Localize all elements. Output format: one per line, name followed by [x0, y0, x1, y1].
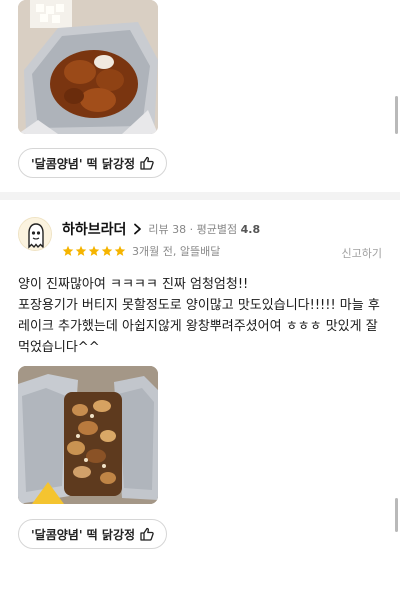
star-icon	[101, 245, 113, 257]
review-text-line: 포장용기가 버티지 못할정도로 양이많고 맛도있습니다!!!!! 마늘 후레이크…	[18, 298, 380, 355]
star-icon	[114, 245, 126, 257]
review-text-line: 양이 진짜많아여 ㅋㅋㅋㅋ 진짜 엄청엄청!!	[18, 277, 249, 292]
section-divider	[0, 192, 400, 200]
review-count: 리뷰 38	[148, 223, 187, 236]
star-icon	[75, 245, 87, 257]
thumbs-up-icon	[140, 527, 154, 541]
star-icon	[62, 245, 74, 257]
menu-tag-label: '달콤양념' 떡 닭강정	[31, 527, 136, 542]
review-photo-bottom[interactable]	[18, 366, 158, 504]
review-photo-top[interactable]	[18, 0, 158, 134]
review-stats: 리뷰 38 · 평균별점 4.8	[148, 221, 260, 237]
reviewer-name[interactable]: 하하브라더	[62, 219, 126, 239]
menu-tag-label: '달콤양념' 떡 닭강정	[31, 156, 136, 171]
star-icon	[88, 245, 100, 257]
review-date: 3개월 전, 알뜰배달	[132, 245, 221, 258]
meta-separator: ·	[189, 223, 197, 236]
menu-tag-chip-top[interactable]: '달콤양념' 떡 닭강정	[18, 148, 168, 178]
review-body: 양이 진짜많아여 ㅋㅋㅋㅋ 진짜 엄청엄청!! 포장용기가 버티지 못할정도로 …	[18, 274, 382, 358]
food-photo-image	[18, 0, 158, 134]
chevron-right-icon[interactable]	[132, 223, 142, 235]
review-header: 하하브라더 리뷰 38 · 평균별점 4.8 3개월 전, 알뜰배달 신고하기	[18, 215, 382, 265]
thumbs-up-icon	[140, 156, 154, 170]
report-link[interactable]: 신고하기	[342, 245, 382, 261]
star-rating	[62, 245, 126, 257]
avg-rating-value: 4.8	[240, 223, 261, 236]
scrollbar-bottom[interactable]	[395, 498, 398, 532]
avg-rating-label: 평균별점	[196, 223, 238, 236]
scrollbar-top[interactable]	[395, 96, 398, 134]
food-photo-image	[18, 366, 158, 504]
reviewer-avatar[interactable]	[18, 217, 52, 251]
menu-tag-chip-bottom[interactable]: '달콤양념' 떡 닭강정	[18, 519, 168, 549]
ghost-character-icon	[19, 218, 51, 250]
